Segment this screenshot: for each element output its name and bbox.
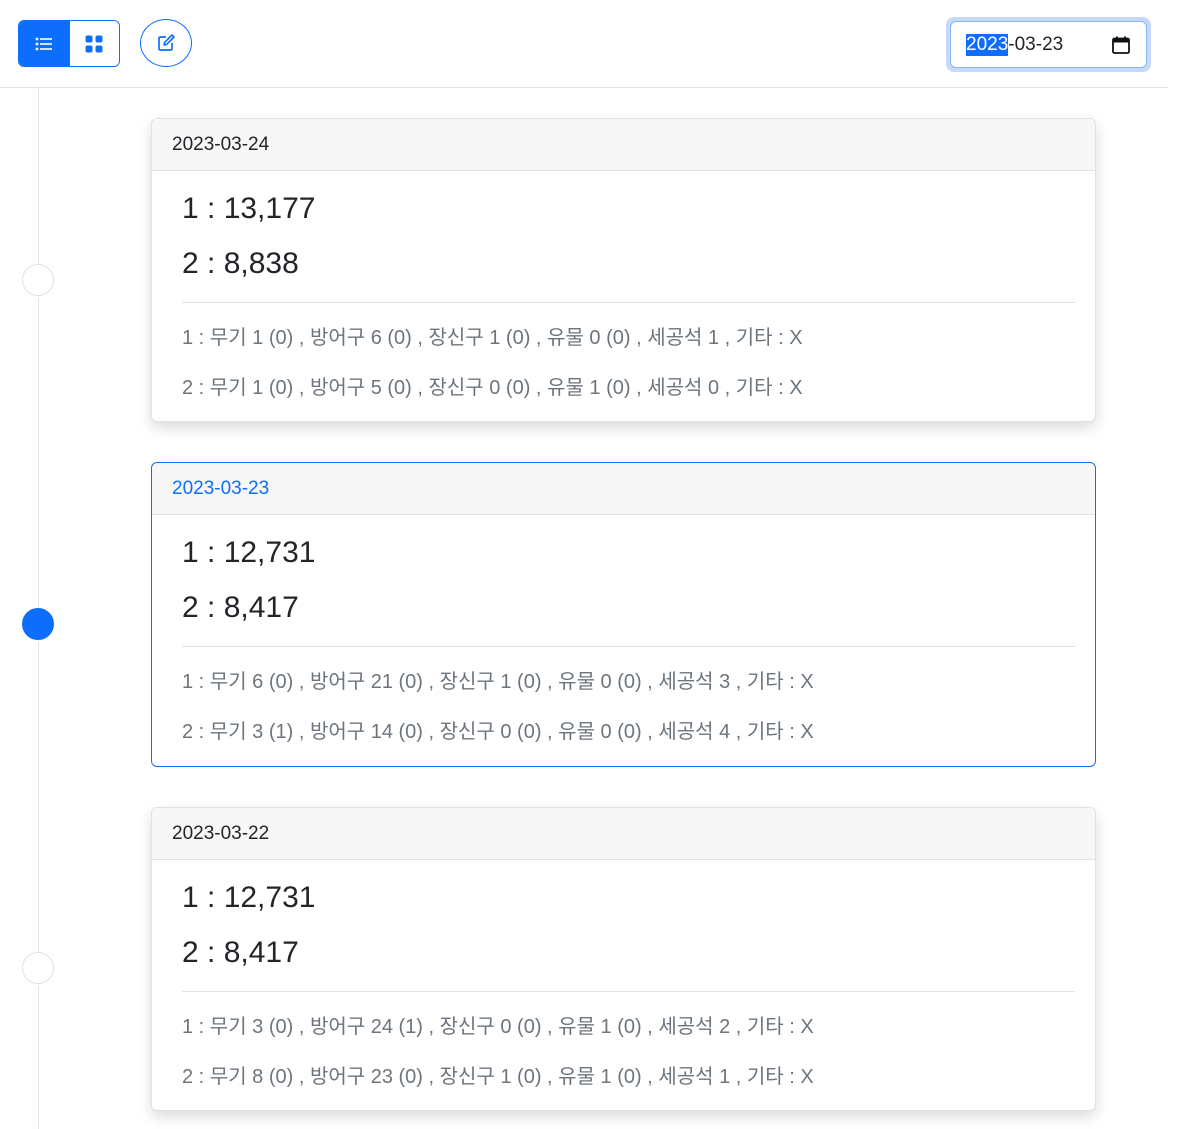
summary-line-2: 2 : 8,417 [182,591,299,624]
timeline-line [38,88,39,264]
detail-line-2: 2 : 무기 8 (0) , 방어구 23 (0) , 장신구 1 (0) , … [182,1066,814,1088]
timeline-dot[interactable] [22,264,54,296]
detail-line-2: 2 : 무기 3 (1) , 방어구 14 (0) , 장신구 0 (0) , … [182,721,814,743]
date-month-day-segment[interactable]: -03-23 [1008,34,1112,56]
card-divider [182,991,1075,992]
record-card[interactable]: 2023-03-24 1 : 13,177 2 : 8,838 1 : 무기 1… [151,118,1096,422]
date-picker-focus-ring: 2023 -03-23 [946,17,1151,72]
summary-line-1: 1 : 13,177 [182,192,316,225]
timeline-line [38,298,39,608]
card-body: 1 : 12,731 2 : 8,417 1 : 무기 6 (0) , 방어구 … [152,515,1095,744]
card-divider [182,302,1075,303]
detail-line-1: 1 : 무기 6 (0) , 방어구 21 (0) , 장신구 1 (0) , … [182,671,814,693]
summary-line-1: 1 : 12,731 [182,536,316,569]
summary-line-1: 1 : 12,731 [182,881,316,914]
view-toggle-group [18,20,120,67]
card-date: 2023-03-22 [152,808,1095,860]
date-input[interactable]: 2023 -03-23 [950,21,1147,68]
card-body: 1 : 12,731 2 : 8,417 1 : 무기 3 (0) , 방어구 … [152,860,1095,1089]
card-body: 1 : 13,177 2 : 8,838 1 : 무기 1 (0) , 방어구 … [152,171,1095,400]
card-divider [182,646,1075,647]
calendar-icon[interactable] [1112,36,1130,54]
timeline-line [38,642,39,952]
detail-line-1: 1 : 무기 1 (0) , 방어구 6 (0) , 장신구 1 (0) , 유… [182,327,803,349]
toolbar: 2023 -03-23 [0,0,1168,88]
detail-line-2: 2 : 무기 1 (0) , 방어구 5 (0) , 장신구 0 (0) , 유… [182,377,803,399]
date-year-segment[interactable]: 2023 [966,33,1009,56]
edit-icon [158,34,175,51]
edit-button[interactable] [140,19,192,67]
list-icon [35,37,52,50]
timeline-dot-active[interactable] [22,608,54,640]
timeline-dot[interactable] [22,952,54,984]
grid-view-button[interactable] [68,21,119,66]
summary-line-2: 2 : 8,417 [182,936,299,969]
grid-icon [85,35,103,52]
record-card-selected[interactable]: 2023-03-23 1 : 12,731 2 : 8,417 1 : 무기 6… [151,462,1096,767]
card-date: 2023-03-24 [152,119,1095,171]
timeline-line [38,986,39,1129]
summary-line-2: 2 : 8,838 [182,247,299,280]
list-view-button[interactable] [19,21,69,66]
record-card[interactable]: 2023-03-22 1 : 12,731 2 : 8,417 1 : 무기 3… [151,807,1096,1111]
detail-line-1: 1 : 무기 3 (0) , 방어구 24 (1) , 장신구 0 (0) , … [182,1016,814,1038]
card-date: 2023-03-23 [152,463,1095,515]
